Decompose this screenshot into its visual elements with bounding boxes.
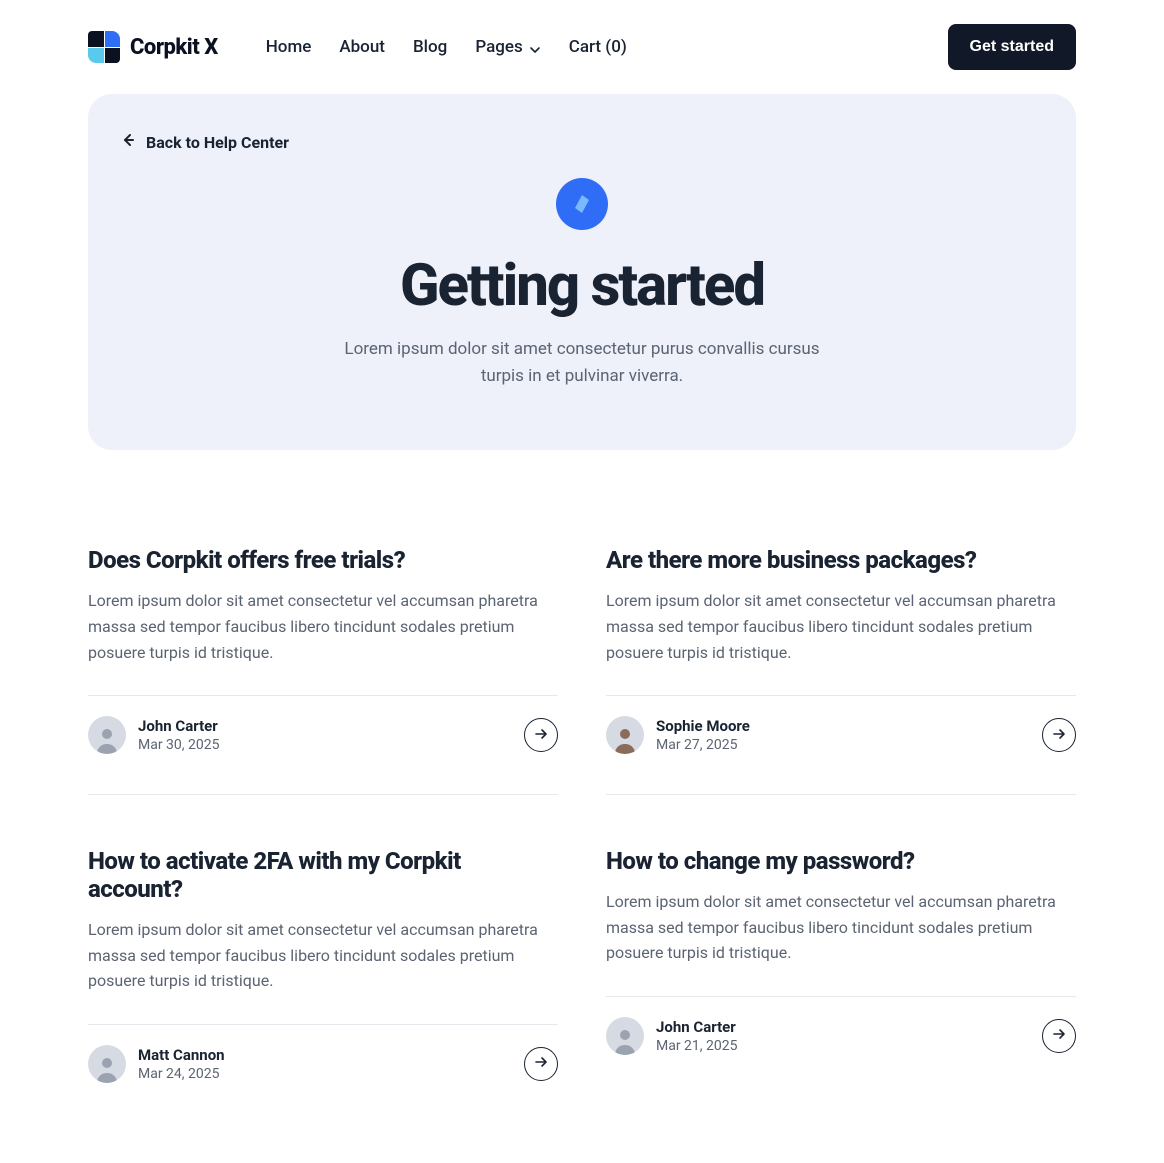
article-card[interactable]: Are there more business packages? Lorem … bbox=[606, 546, 1076, 795]
author-name: John Carter bbox=[656, 1018, 738, 1036]
article-title: Does Corpkit offers free trials? bbox=[88, 546, 558, 574]
hero-section: Back to Help Center Getting started Lore… bbox=[0, 94, 1164, 450]
article-excerpt: Lorem ipsum dolor sit amet consectetur v… bbox=[606, 588, 1076, 665]
article-footer: Sophie Moore Mar 27, 2025 bbox=[606, 695, 1076, 754]
hero-category-icon bbox=[556, 178, 608, 230]
page-subtitle: Lorem ipsum dolor sit amet consectetur p… bbox=[322, 336, 842, 390]
article-footer: John Carter Mar 21, 2025 bbox=[606, 996, 1076, 1055]
read-more-button[interactable] bbox=[1042, 718, 1076, 752]
article-excerpt: Lorem ipsum dolor sit amet consectetur v… bbox=[88, 588, 558, 665]
logo-mark-icon bbox=[88, 31, 120, 63]
nav-blog[interactable]: Blog bbox=[413, 37, 447, 57]
article-card[interactable]: Does Corpkit offers free trials? Lorem i… bbox=[88, 546, 558, 795]
avatar bbox=[88, 716, 126, 754]
article-title: How to change my password? bbox=[606, 847, 1076, 875]
primary-nav: Home About Blog Pages Cart (0) bbox=[266, 37, 627, 57]
avatar bbox=[606, 1017, 644, 1055]
arrow-left-icon bbox=[120, 132, 136, 152]
brand-name: Corpkit X bbox=[130, 35, 218, 60]
article-footer: Matt Cannon Mar 24, 2025 bbox=[88, 1024, 558, 1083]
avatar bbox=[606, 716, 644, 754]
author-name: Matt Cannon bbox=[138, 1046, 225, 1064]
article-author[interactable]: Matt Cannon Mar 24, 2025 bbox=[88, 1045, 225, 1083]
author-name: Sophie Moore bbox=[656, 717, 750, 735]
nav-pages[interactable]: Pages bbox=[475, 37, 540, 57]
chevron-down-icon bbox=[529, 41, 541, 53]
article-author[interactable]: John Carter Mar 21, 2025 bbox=[606, 1017, 738, 1055]
site-header: Corpkit X Home About Blog Pages Cart (0)… bbox=[0, 0, 1164, 94]
back-to-help-link[interactable]: Back to Help Center bbox=[120, 132, 1044, 152]
article-card[interactable]: How to activate 2FA with my Corpkit acco… bbox=[88, 847, 558, 1123]
article-title: How to activate 2FA with my Corpkit acco… bbox=[88, 847, 558, 903]
page-title: Getting started bbox=[120, 252, 1044, 320]
article-date: Mar 27, 2025 bbox=[656, 737, 750, 753]
back-link-label: Back to Help Center bbox=[146, 133, 289, 152]
article-title: Are there more business packages? bbox=[606, 546, 1076, 574]
author-name: John Carter bbox=[138, 717, 220, 735]
article-date: Mar 21, 2025 bbox=[656, 1038, 738, 1054]
article-footer: John Carter Mar 30, 2025 bbox=[88, 695, 558, 754]
nav-about[interactable]: About bbox=[339, 37, 385, 57]
nav-home[interactable]: Home bbox=[266, 37, 312, 57]
article-excerpt: Lorem ipsum dolor sit amet consectetur v… bbox=[88, 917, 558, 994]
articles-grid: Does Corpkit offers free trials? Lorem i… bbox=[0, 450, 1164, 1163]
nav-pages-label: Pages bbox=[475, 37, 522, 57]
read-more-button[interactable] bbox=[1042, 1019, 1076, 1053]
hero-card: Back to Help Center Getting started Lore… bbox=[88, 94, 1076, 450]
brand-logo[interactable]: Corpkit X bbox=[88, 31, 218, 63]
arrow-right-icon bbox=[533, 1054, 549, 1073]
header-left: Corpkit X Home About Blog Pages Cart (0) bbox=[88, 31, 627, 63]
read-more-button[interactable] bbox=[524, 718, 558, 752]
arrow-right-icon bbox=[1051, 1026, 1067, 1045]
get-started-button[interactable]: Get started bbox=[948, 24, 1076, 70]
article-card[interactable]: How to change my password? Lorem ipsum d… bbox=[606, 847, 1076, 1123]
article-author[interactable]: John Carter Mar 30, 2025 bbox=[88, 716, 220, 754]
arrow-right-icon bbox=[533, 726, 549, 745]
article-date: Mar 30, 2025 bbox=[138, 737, 220, 753]
read-more-button[interactable] bbox=[524, 1047, 558, 1081]
article-excerpt: Lorem ipsum dolor sit amet consectetur v… bbox=[606, 889, 1076, 966]
avatar bbox=[88, 1045, 126, 1083]
arrow-right-icon bbox=[1051, 726, 1067, 745]
article-author[interactable]: Sophie Moore Mar 27, 2025 bbox=[606, 716, 750, 754]
nav-cart[interactable]: Cart (0) bbox=[569, 37, 627, 57]
article-date: Mar 24, 2025 bbox=[138, 1066, 225, 1082]
